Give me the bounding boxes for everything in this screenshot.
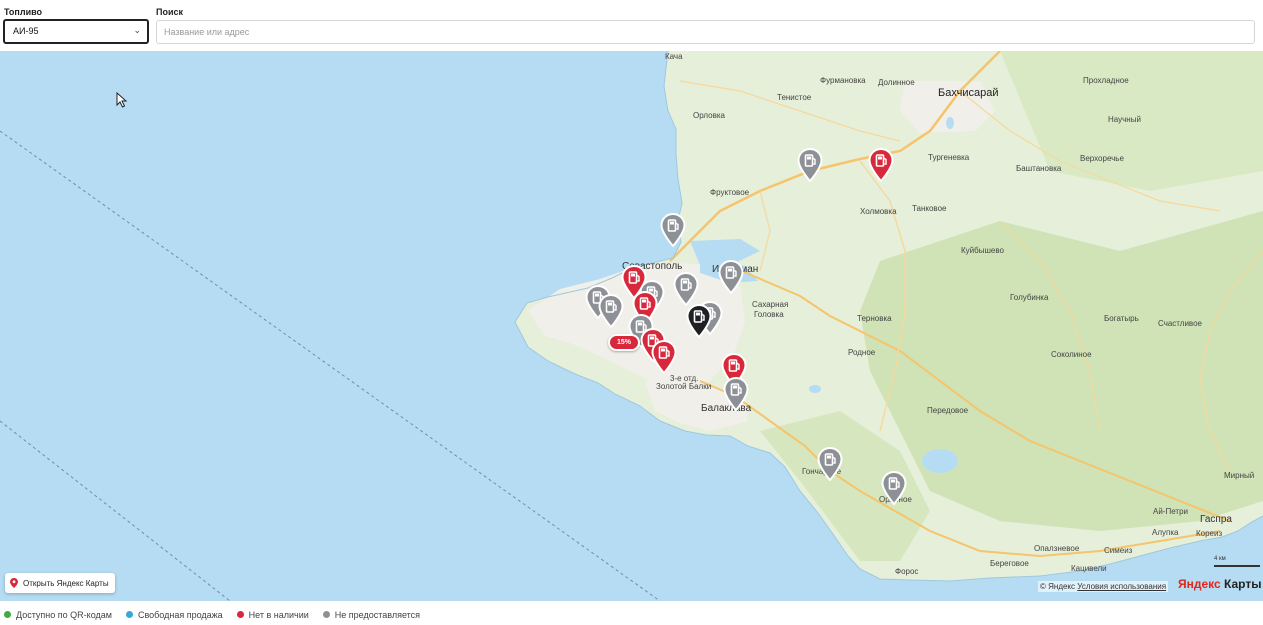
place-label: Мирный bbox=[1224, 471, 1255, 480]
legend-item: Нет в наличии bbox=[236, 609, 309, 620]
place-label: Верхоречье bbox=[1080, 154, 1124, 163]
fuel-map-app: Топливо АИ-95 ⌄ Поиск Название или адрес bbox=[0, 0, 1263, 625]
place-label: Терновка bbox=[857, 314, 892, 323]
fuel-station-marker[interactable] bbox=[718, 260, 744, 294]
fuel-station-marker[interactable] bbox=[686, 304, 712, 338]
place-label: Голубинка bbox=[1010, 293, 1049, 302]
place-label: Прохладное bbox=[1083, 76, 1129, 85]
place-label: Долинное bbox=[878, 78, 915, 87]
filter-bar: Топливо АИ-95 ⌄ Поиск Название или адрес bbox=[0, 0, 1263, 50]
fuel-pump-icon bbox=[718, 260, 744, 294]
place-label: Сахарная bbox=[752, 300, 789, 309]
place-label: Куйбышево bbox=[961, 246, 1004, 255]
legend: Доступно по QR-кодам Свободная продажа Н… bbox=[0, 604, 1263, 625]
fuel-pump-icon bbox=[651, 340, 677, 374]
fuel-label: Топливо bbox=[4, 7, 43, 17]
legend-item: Не предоставляется bbox=[322, 609, 421, 620]
fuel-pump-icon bbox=[660, 213, 686, 247]
fuel-station-marker[interactable] bbox=[881, 471, 907, 505]
place-label: Кача bbox=[665, 52, 683, 61]
legend-dot bbox=[322, 611, 330, 618]
map-scale: 4 км bbox=[1214, 556, 1260, 567]
place-label: Фруктовое bbox=[710, 188, 750, 197]
place-label: Бахчисарай bbox=[938, 87, 999, 99]
legend-label: Не предоставляется bbox=[334, 609, 421, 620]
place-label: Танковое bbox=[912, 204, 947, 213]
fuel-pump-icon bbox=[817, 447, 843, 481]
map-pin-icon bbox=[10, 578, 18, 588]
legend-dot bbox=[236, 611, 244, 618]
fuel-pump-icon bbox=[673, 272, 699, 306]
fuel-pump-icon bbox=[868, 148, 894, 182]
place-label: Опалзневое bbox=[1034, 544, 1080, 553]
fuel-station-marker[interactable] bbox=[868, 148, 894, 182]
legend-label: Свободная продажа bbox=[137, 609, 223, 620]
chevron-down-icon: ⌄ bbox=[133, 25, 141, 35]
place-label: Научный bbox=[1108, 115, 1141, 124]
fuel-station-marker[interactable] bbox=[598, 294, 624, 328]
place-label: Счастливое bbox=[1158, 319, 1202, 328]
fuel-pump-icon bbox=[797, 148, 823, 182]
fuel-station-marker[interactable] bbox=[817, 447, 843, 481]
fuel-station-marker[interactable] bbox=[660, 213, 686, 247]
place-label: Форос bbox=[895, 567, 919, 576]
open-yandex-label: Открыть Яндекс Карты bbox=[23, 578, 109, 588]
place-label: Гаспра bbox=[1200, 514, 1232, 525]
place-label: Алупка bbox=[1152, 528, 1179, 537]
place-label: Кореиз bbox=[1196, 529, 1223, 538]
place-label: Золотой Балки bbox=[656, 382, 712, 391]
legend-label: Доступно по QR-кодам bbox=[16, 609, 112, 620]
place-label: Тургеневка bbox=[928, 153, 970, 162]
place-label: Родное bbox=[848, 348, 876, 357]
legend-item: Свободная продажа bbox=[125, 609, 223, 620]
place-label: Кацивели bbox=[1071, 564, 1107, 573]
scale-bar bbox=[1214, 565, 1260, 567]
scale-label: 4 км bbox=[1214, 556, 1226, 562]
place-label: Головка bbox=[754, 310, 784, 319]
copyright-text: © Яндекс bbox=[1040, 582, 1076, 591]
map-attribution: © Яндекс Условия использования bbox=[1038, 581, 1169, 592]
fuel-station-marker[interactable] bbox=[673, 272, 699, 306]
place-label: Передовое bbox=[927, 406, 969, 415]
open-yandex-maps-button[interactable]: Открыть Яндекс Карты bbox=[5, 573, 115, 593]
logo-rest: Карты bbox=[1220, 577, 1262, 591]
fuel-pump-icon bbox=[598, 294, 624, 328]
place-label: Холмовка bbox=[860, 207, 897, 216]
search-input[interactable]: Название или адрес bbox=[156, 20, 1255, 44]
fuel-pump-icon bbox=[723, 377, 749, 411]
legend-dot bbox=[4, 611, 11, 618]
terms-link[interactable]: Условия использования bbox=[1077, 582, 1166, 591]
place-label: Соколиное bbox=[1051, 350, 1092, 359]
place-label: Тенистое bbox=[777, 93, 812, 102]
legend-item: Доступно по QR-кодам bbox=[4, 610, 112, 620]
yandex-maps-logo[interactable]: Яндекс Карты bbox=[1178, 577, 1261, 591]
mouse-cursor-icon bbox=[116, 92, 128, 108]
place-label: Ай-Петри bbox=[1153, 507, 1188, 516]
place-label: Фурмановка bbox=[820, 76, 866, 85]
fuel-station-marker[interactable] bbox=[797, 148, 823, 182]
legend-dot bbox=[125, 611, 133, 618]
place-label: Орловка bbox=[693, 111, 725, 120]
fuel-station-marker[interactable] bbox=[723, 377, 749, 411]
fuel-pump-icon bbox=[881, 471, 907, 505]
place-label: Баштановка bbox=[1016, 164, 1062, 173]
place-label: Богатырь bbox=[1104, 314, 1139, 323]
fuel-station-marker[interactable] bbox=[651, 340, 677, 374]
legend-label: Нет в наличии bbox=[248, 609, 309, 620]
place-label: Симеиз bbox=[1104, 546, 1133, 555]
search-label: Поиск bbox=[156, 7, 184, 17]
fuel-pump-icon bbox=[686, 304, 712, 338]
fuel-select[interactable]: АИ-95 ⌄ bbox=[3, 19, 149, 44]
map-view[interactable]: Кача Фурмановка Долинное Бахчисарай Прох… bbox=[0, 51, 1263, 601]
place-label: Береговое bbox=[990, 559, 1029, 568]
discount-badge[interactable]: 15% bbox=[608, 334, 640, 351]
logo-ya: Яндекс bbox=[1178, 577, 1221, 591]
fuel-select-value: АИ-95 bbox=[13, 26, 39, 36]
